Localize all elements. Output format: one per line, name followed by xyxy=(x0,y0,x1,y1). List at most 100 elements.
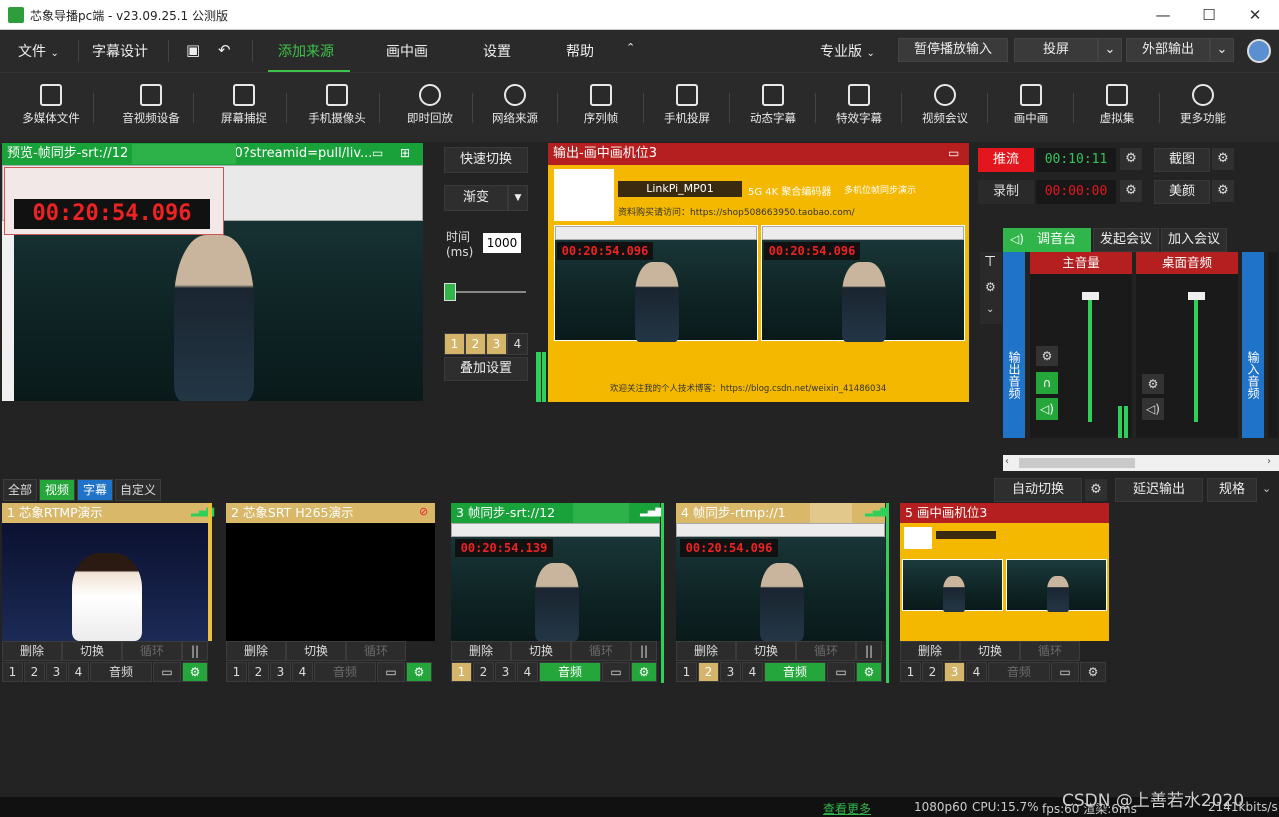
external-output-button[interactable]: 外部输出 xyxy=(1126,38,1210,62)
overlay-1[interactable]: 1 xyxy=(451,662,472,682)
audio-button[interactable]: 音频 xyxy=(314,662,376,682)
overlay-4[interactable]: 4 xyxy=(292,662,313,682)
loop-button[interactable]: 循环 xyxy=(571,641,631,661)
scrollbar-thumb[interactable] xyxy=(1019,458,1135,468)
overlay-4[interactable]: 4 xyxy=(68,662,89,682)
fade-dropdown[interactable]: ▼ xyxy=(508,185,528,211)
transition-slider-handle[interactable] xyxy=(444,283,456,301)
overlay-2[interactable]: 2 xyxy=(24,662,45,682)
save-icon[interactable]: ▣ xyxy=(186,41,200,59)
push-stream-button[interactable]: 推流 xyxy=(978,148,1034,172)
source-card-2[interactable]: 2 芯象SRT H265演示 ⊘ 删除 切换 循环 1 2 3 4 音频 ▭ ⚙ xyxy=(226,503,435,683)
switch-button[interactable]: 切换 xyxy=(736,641,796,661)
overlay-1[interactable]: 1 xyxy=(444,333,465,355)
monitor-icon[interactable]: ▭ xyxy=(1051,662,1079,682)
tool-sequence-frame[interactable]: 序列帧 xyxy=(558,81,644,137)
audio-button[interactable]: 音频 xyxy=(764,662,826,682)
tool-network-source[interactable]: 网络来源 xyxy=(472,81,558,137)
fade-select[interactable]: 渐变 xyxy=(444,185,508,211)
overlay-4[interactable]: 4 xyxy=(742,662,763,682)
record-settings-gear-icon[interactable]: ⚙ xyxy=(1120,180,1142,202)
desktop-fader-handle[interactable] xyxy=(1188,292,1205,300)
scroll-right-icon[interactable]: › xyxy=(1267,456,1271,467)
pause-icon[interactable]: || xyxy=(182,641,208,661)
tool-more[interactable]: 更多功能 xyxy=(1160,81,1246,137)
tool-phone-camera[interactable]: 手机摄像头 xyxy=(294,81,380,137)
delete-button[interactable]: 删除 xyxy=(226,641,286,661)
loop-button[interactable]: 循环 xyxy=(346,641,406,661)
loop-button[interactable]: 循环 xyxy=(796,641,856,661)
overlay-3[interactable]: 3 xyxy=(720,662,741,682)
delete-button[interactable]: 删除 xyxy=(676,641,736,661)
external-output-dropdown[interactable]: ⌄ xyxy=(1210,38,1234,62)
chevron-down-icon[interactable]: ⌄ xyxy=(1262,482,1271,495)
preview-video[interactable]: 00:20:54.096 xyxy=(2,165,423,401)
scroll-left-icon[interactable]: ‹ xyxy=(1005,456,1009,467)
tool-effect-subtitle[interactable]: 特效字幕 xyxy=(816,81,902,137)
overlay-1[interactable]: 1 xyxy=(226,662,247,682)
monitor-icon[interactable]: ▭ xyxy=(372,146,383,160)
join-meeting-button[interactable]: 加入会议 xyxy=(1161,228,1227,252)
input-audio-strip[interactable]: 输入音频 xyxy=(1242,252,1264,438)
overlay-2[interactable]: 2 xyxy=(922,662,943,682)
overlay-4[interactable]: 4 xyxy=(507,333,528,355)
filter-subtitle[interactable]: 字幕 xyxy=(77,479,113,501)
tool-instant-replay[interactable]: 即时回放 xyxy=(387,81,473,137)
monitor-icon[interactable]: ▭ xyxy=(602,662,630,682)
spec-button[interactable]: 规格 xyxy=(1207,478,1257,502)
cast-dropdown[interactable]: ⌄ xyxy=(1098,38,1122,62)
auto-switch-gear-icon[interactable]: ⚙ xyxy=(1085,479,1107,501)
delete-button[interactable]: 删除 xyxy=(451,641,511,661)
collapse-icon[interactable]: ⌃ xyxy=(626,41,635,54)
avatar[interactable] xyxy=(1247,39,1271,63)
monitor-icon[interactable]: ▭ xyxy=(948,146,959,160)
switch-button[interactable]: 切换 xyxy=(960,641,1020,661)
tab-pip[interactable]: 画中画 xyxy=(386,41,428,61)
program-video[interactable]: LinkPi_MP01 5G 4K 聚合编码器 多机位帧同步演示 资料购买请访问… xyxy=(548,165,969,402)
screenshot-button[interactable]: 截图 xyxy=(1154,148,1210,172)
source-card-4[interactable]: 4 帧同步-rtmp://1 ▂▄▆ 00:20:54.096 删除 切换 循环… xyxy=(676,503,889,683)
tab-help[interactable]: 帮助 xyxy=(566,41,594,61)
beauty-button[interactable]: 美颜 xyxy=(1154,180,1210,204)
beauty-settings-gear-icon[interactable]: ⚙ xyxy=(1212,180,1234,202)
master-fader-handle[interactable] xyxy=(1082,292,1099,300)
overlay-2[interactable]: 2 xyxy=(465,333,486,355)
close-button[interactable]: ✕ xyxy=(1240,4,1270,26)
loop-button[interactable]: 循环 xyxy=(122,641,182,661)
overlay-3[interactable]: 3 xyxy=(270,662,291,682)
tool-screen-capture[interactable]: 屏幕捕捉 xyxy=(201,81,287,137)
tool-pip[interactable]: 画中画 xyxy=(988,81,1074,137)
tool-phone-cast[interactable]: 手机投屏 xyxy=(644,81,730,137)
audio-button[interactable]: 音频 xyxy=(90,662,152,682)
maximize-button[interactable]: ☐ xyxy=(1194,4,1224,26)
overlay-2[interactable]: 2 xyxy=(248,662,269,682)
switch-button[interactable]: 切换 xyxy=(511,641,571,661)
gear-icon[interactable]: ⚙ xyxy=(406,662,432,682)
overlay-3[interactable]: 3 xyxy=(46,662,67,682)
source-card-1[interactable]: 1 芯象RTMP演示 ▂▄▆ 删除 切换 循环 || 1 2 3 4 音频 ▭ … xyxy=(2,503,214,683)
loop-button[interactable]: 循环 xyxy=(1020,641,1080,661)
quick-switch-button[interactable]: 快速切换 xyxy=(444,147,528,173)
gear-icon[interactable]: ⚙ xyxy=(631,662,657,682)
overlay-1[interactable]: 1 xyxy=(2,662,23,682)
pause-icon[interactable]: || xyxy=(856,641,882,661)
filter-video[interactable]: 视频 xyxy=(39,479,75,501)
gear-icon[interactable]: ⚙ xyxy=(856,662,882,682)
transition-slider-track[interactable] xyxy=(446,291,526,293)
screenshot-settings-gear-icon[interactable]: ⚙ xyxy=(1212,148,1234,170)
undo-icon[interactable]: ↶ xyxy=(218,41,231,59)
monitor-icon[interactable]: ▭ xyxy=(827,662,855,682)
gear-icon[interactable]: ⚙ xyxy=(1080,662,1106,682)
filter-custom[interactable]: 自定义 xyxy=(115,479,161,501)
delay-output-button[interactable]: 延迟输出 xyxy=(1115,478,1203,502)
audio-button[interactable]: 音频 xyxy=(539,662,601,682)
pin-icon[interactable]: ⊤ xyxy=(984,254,996,270)
pause-input-button[interactable]: 暂停播放输入 xyxy=(898,38,1008,62)
overlay-1[interactable]: 1 xyxy=(900,662,921,682)
record-button[interactable]: 录制 xyxy=(978,180,1034,204)
overlay-4[interactable]: 4 xyxy=(966,662,987,682)
overlay-1[interactable]: 1 xyxy=(676,662,697,682)
overlay-3[interactable]: 3 xyxy=(495,662,516,682)
auto-switch-button[interactable]: 自动切换 xyxy=(994,478,1082,502)
filter-all[interactable]: 全部 xyxy=(3,479,37,501)
